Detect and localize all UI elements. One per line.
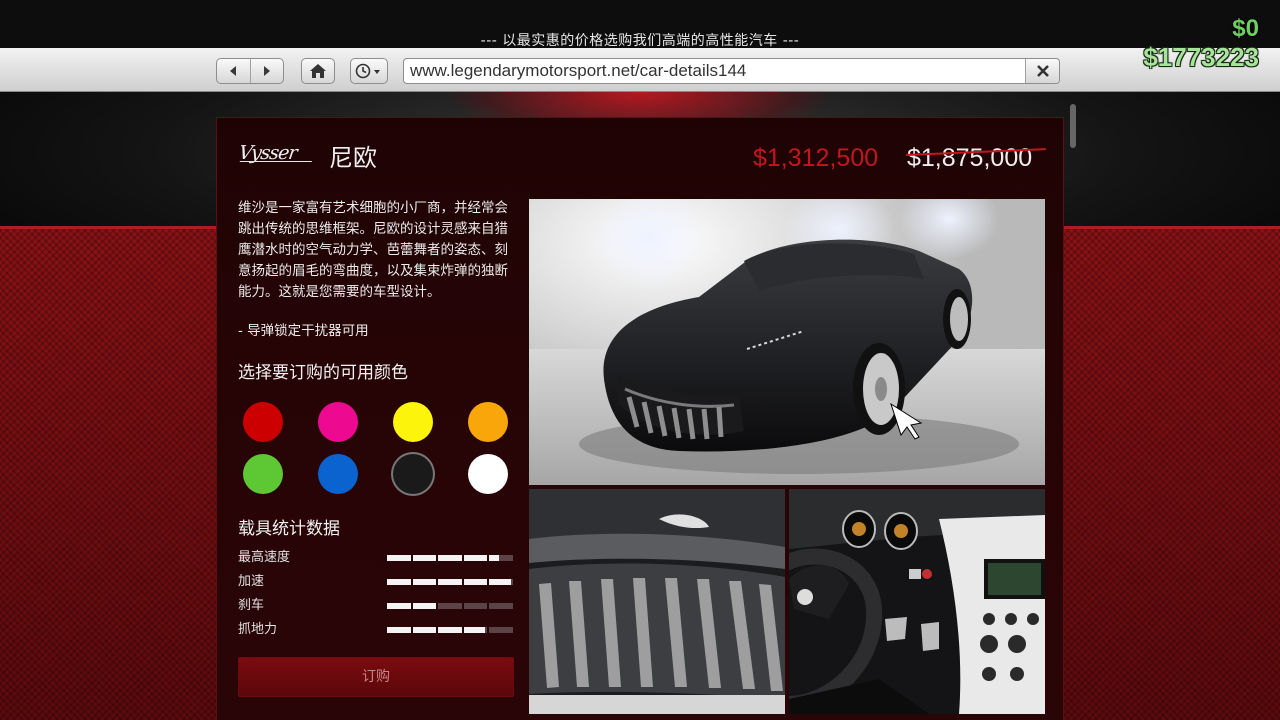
feature-item: - 导弹锁定干扰器可用 xyxy=(238,323,369,339)
money-change: $0 xyxy=(1232,15,1259,42)
stat-segment-fill xyxy=(387,555,411,561)
stat-segment-fill xyxy=(489,579,511,585)
car-photo-grille[interactable] xyxy=(529,489,785,714)
stat-segment xyxy=(489,603,513,609)
history-clock-icon xyxy=(355,63,380,79)
stat-segment xyxy=(489,627,513,633)
url-text[interactable]: www.legendarymotorsport.net/car-details1… xyxy=(404,59,1025,83)
sale-price: $1,312,500 xyxy=(753,144,879,172)
back-button[interactable] xyxy=(217,59,250,83)
stat-bar xyxy=(387,603,513,609)
stat-segment-fill xyxy=(412,627,437,633)
stat-segment xyxy=(489,555,513,561)
address-bar[interactable]: www.legendarymotorsport.net/car-details1… xyxy=(403,58,1060,84)
close-icon xyxy=(1036,65,1049,77)
home-button[interactable] xyxy=(301,58,335,84)
hud-money: $0 $1773223 xyxy=(1143,15,1259,73)
stat-segment-fill xyxy=(463,555,488,561)
stat-segment xyxy=(463,579,488,585)
car-name: 尼欧 xyxy=(329,144,377,172)
clear-url-button[interactable] xyxy=(1025,59,1059,83)
color-swatch-blue[interactable] xyxy=(318,454,358,494)
stat-segment-fill xyxy=(438,627,462,633)
stat-segment xyxy=(412,627,437,633)
color-swatch-black[interactable] xyxy=(393,454,433,494)
stat-segment xyxy=(463,555,488,561)
stat-segment-fill xyxy=(387,627,411,633)
money-balance: $1773223 xyxy=(1143,42,1259,72)
stat-bar xyxy=(387,627,513,633)
stat-segment-fill xyxy=(438,555,462,561)
stat-label: 最高速度 xyxy=(238,550,291,565)
stat-row-acceleration: 加速 xyxy=(238,571,514,593)
stat-segment-fill xyxy=(387,603,411,609)
stat-bar xyxy=(387,579,513,585)
stat-segment-fill xyxy=(463,627,486,633)
color-swatches xyxy=(243,402,513,494)
color-swatch-red[interactable] xyxy=(243,402,283,442)
stat-segment-fill xyxy=(463,579,488,585)
colors-heading: 选择要订购的可用颜色 xyxy=(238,363,408,383)
browser-titlebar: --- 以最实惠的价格选购我们高端的高性能汽车 --- xyxy=(0,0,1280,49)
back-arrow-icon xyxy=(230,66,237,76)
color-swatch-orange[interactable] xyxy=(468,402,508,442)
stat-label: 刹车 xyxy=(238,598,265,613)
back-forward-group xyxy=(216,58,284,84)
stat-segment xyxy=(438,579,462,585)
stat-bar xyxy=(387,555,513,561)
stat-segment xyxy=(412,603,437,609)
stat-row-traction: 抓地力 xyxy=(238,619,514,641)
brand-logo: Vysser xyxy=(237,142,314,164)
stat-row-braking: 刹车 xyxy=(238,595,514,617)
stat-segment-fill xyxy=(489,555,499,561)
page-scrollbar[interactable] xyxy=(1068,98,1078,720)
stat-row-top-speed: 最高速度 xyxy=(238,547,514,569)
stat-segment xyxy=(463,627,488,633)
stat-segment xyxy=(412,555,437,561)
stat-segment-fill xyxy=(412,579,437,585)
stat-label: 抓地力 xyxy=(238,622,278,637)
stats-heading: 载具统计数据 xyxy=(238,519,340,539)
car-photo-interior[interactable] xyxy=(789,489,1045,714)
home-icon xyxy=(310,64,326,78)
color-swatch-yellow[interactable] xyxy=(393,402,433,442)
forward-button[interactable] xyxy=(249,59,283,83)
stat-segment xyxy=(387,627,411,633)
stat-segment xyxy=(387,603,411,609)
scrollbar-thumb[interactable] xyxy=(1070,104,1076,148)
buy-button[interactable]: 订购 xyxy=(238,657,514,697)
stat-label: 加速 xyxy=(238,574,265,589)
color-swatch-green[interactable] xyxy=(243,454,283,494)
car-photo-main[interactable] xyxy=(529,199,1045,485)
stat-segment xyxy=(438,555,462,561)
car-details-panel: Vysser 尼欧 $1,312,500 $1,875,000 维沙是一家富有艺… xyxy=(216,117,1064,720)
browser-toolbar: www.legendarymotorsport.net/car-details1… xyxy=(0,48,1280,92)
stat-segment xyxy=(387,579,411,585)
original-price: $1,875,000 xyxy=(907,144,1033,172)
stat-segment-fill xyxy=(438,579,462,585)
history-button[interactable] xyxy=(350,58,388,84)
stat-segment-fill xyxy=(412,603,437,609)
stat-segment-fill xyxy=(412,555,437,561)
stat-segment xyxy=(438,627,462,633)
stat-segment-fill xyxy=(387,579,411,585)
stat-segment xyxy=(489,579,513,585)
car-description: 维沙是一家富有艺术细胞的小厂商，并经常会跳出传统的思维框架。尼欧的设计灵感来自猎… xyxy=(238,200,508,300)
stat-segment xyxy=(463,603,488,609)
stat-segment xyxy=(412,579,437,585)
stat-segment xyxy=(438,603,462,609)
stat-segment xyxy=(387,555,411,561)
window-title: --- 以最实惠的价格选购我们高端的高性能汽车 --- xyxy=(480,33,800,49)
color-swatch-pink[interactable] xyxy=(318,402,358,442)
forward-arrow-icon xyxy=(263,66,270,76)
color-swatch-white[interactable] xyxy=(468,454,508,494)
